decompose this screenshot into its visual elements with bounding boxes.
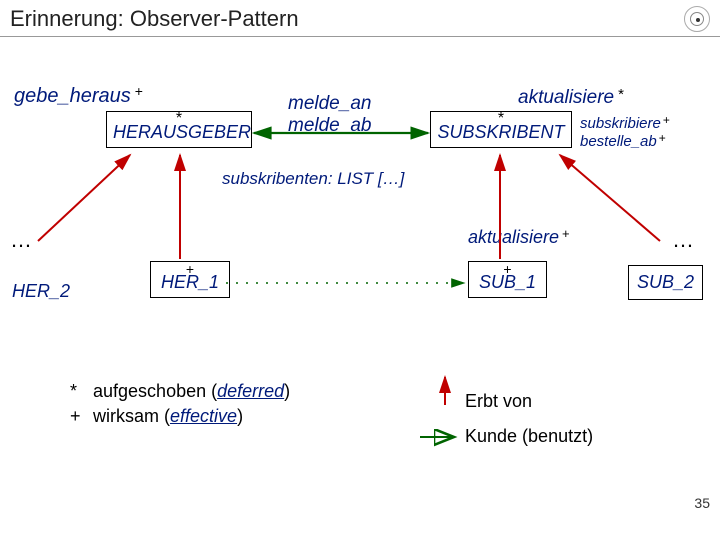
legend-effective: + wirksam (effective) xyxy=(70,406,290,427)
class-sub2-label: SUB_2 xyxy=(637,272,694,292)
logo-icon xyxy=(684,6,710,32)
label-subskribenten: subskribenten: LIST […] xyxy=(222,169,404,189)
class-subskribent-label: SUBSKRIBENT xyxy=(437,122,564,142)
legend-left: * aufgeschoben (deferred) + wirksam (eff… xyxy=(70,377,290,431)
class-her1-label: HER_1 xyxy=(161,272,219,292)
page-title: Erinnerung: Observer-Pattern xyxy=(10,6,299,32)
legend-deferred: * aufgeschoben (deferred) xyxy=(70,381,290,402)
page-number: 35 xyxy=(694,495,710,511)
diagram-stage: gebe_heraus+ * HERAUSGEBER melde_an meld… xyxy=(0,37,720,517)
class-sub2: SUB_2 xyxy=(628,265,703,300)
ellipsis-left: … xyxy=(10,227,32,253)
label-melde-ab: melde_ab xyxy=(288,115,371,137)
class-herausgeber: * HERAUSGEBER xyxy=(106,111,252,148)
class-sub1: + SUB_1 xyxy=(468,261,547,298)
class-herausgeber-label: HERAUSGEBER xyxy=(113,122,251,142)
legend-kunde: Kunde (benutzt) xyxy=(465,426,593,447)
class-sub1-label: SUB_1 xyxy=(479,272,536,292)
class-her1: + HER_1 xyxy=(150,261,230,298)
label-subskribiere: subskribiere+ xyxy=(580,115,668,132)
ellipsis-right: … xyxy=(672,227,694,253)
legend-erbt-von: Erbt von xyxy=(465,391,593,412)
class-her2: HER_2 xyxy=(12,281,70,302)
label-gebe-heraus: gebe_heraus+ xyxy=(14,85,139,108)
legend-right: Erbt von Kunde (benutzt) xyxy=(465,387,593,451)
title-bar: Erinnerung: Observer-Pattern xyxy=(0,0,720,37)
label-melde-an: melde_an xyxy=(288,93,371,115)
label-aktualisiere-mid: aktualisiere+ xyxy=(468,227,567,248)
class-subskribent: * SUBSKRIBENT xyxy=(430,111,572,148)
label-aktualisiere-top: aktualisiere* xyxy=(518,87,620,109)
label-bestelle-ab: bestelle_ab+ xyxy=(580,133,664,150)
